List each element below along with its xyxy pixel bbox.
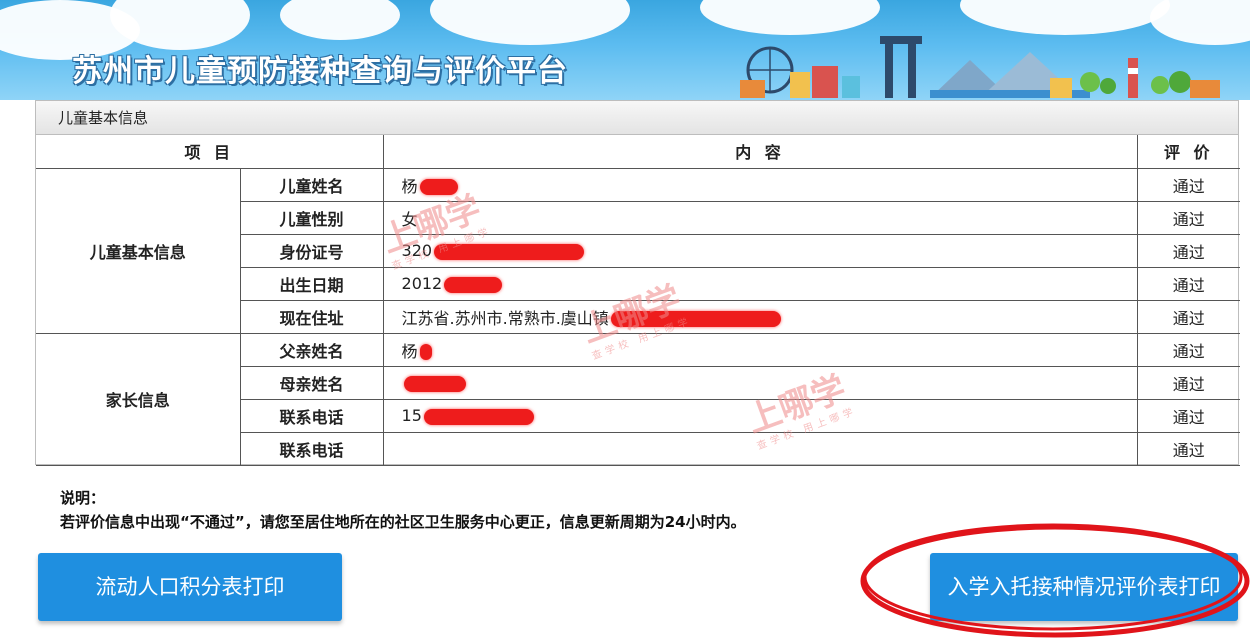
evaluation-result: 通过 [1136, 332, 1241, 367]
field-label: 儿童姓名 [239, 167, 384, 202]
table-header-row: 项 目 内 容 评 价 [36, 135, 1241, 169]
note-title: 说明： [60, 489, 106, 507]
field-label: 父亲姓名 [239, 332, 384, 367]
field-value: 15 [382, 398, 1138, 433]
evaluation-result: 通过 [1136, 431, 1241, 466]
field-value-text: 江苏省.苏州市.常熟市.虞山镇 [401, 308, 609, 328]
field-value [382, 431, 1138, 466]
note-section: 说明： 若评价信息中出现“不通过”，请您至居住地所在的社区卫生服务中心更正，信息… [60, 486, 746, 534]
field-label: 现在住址 [240, 299, 384, 334]
field-label: 母亲姓名 [240, 365, 384, 400]
header-banner: 苏州市儿童预防接种查询与评价平台 [0, 0, 1250, 100]
field-value [382, 365, 1138, 400]
field-value: 2012 [382, 266, 1138, 301]
column-header-item: 项 目 [36, 135, 384, 169]
field-label: 身份证号 [240, 233, 384, 268]
child-info-table: 项 目 内 容 评 价 儿童基本信息 儿童姓名 杨 通过 儿童性别 女 通过 身… [36, 135, 1241, 466]
field-value: 女 [382, 200, 1138, 235]
panel-title: 儿童基本信息 [36, 101, 1238, 135]
table-row: 家长信息 父亲姓名 杨 通过 [36, 332, 1241, 466]
column-header-content: 内 容 [382, 135, 1138, 169]
evaluation-result: 通过 [1136, 365, 1241, 400]
evaluation-result: 通过 [1136, 167, 1241, 202]
field-value-text: 杨 [401, 176, 418, 196]
note-text: 若评价信息中出现“不通过”，请您至居住地所在的社区卫生服务中心更正，信息更新周期… [60, 513, 746, 531]
print-vaccination-evaluation-button[interactable]: 入学入托接种情况评价表打印 [930, 553, 1238, 621]
field-value-text: 15 [401, 406, 422, 425]
evaluation-result: 通过 [1136, 266, 1241, 301]
evaluation-result: 通过 [1136, 299, 1241, 334]
field-value: 杨 [382, 332, 1138, 367]
column-header-evaluation: 评 价 [1136, 135, 1241, 169]
city-skyline-illustration [740, 36, 1220, 98]
redaction-mark [434, 243, 585, 260]
field-value: 江苏省.苏州市.常熟市.虞山镇 [382, 299, 1138, 334]
field-label: 联系电话 [240, 431, 384, 466]
redaction-mark [610, 311, 781, 327]
page-title: 苏州市儿童预防接种查询与评价平台 [72, 54, 568, 89]
redaction-mark [419, 179, 458, 195]
field-value: 320 [382, 233, 1138, 268]
field-value-text: 2012 [401, 274, 443, 293]
evaluation-result: 通过 [1136, 233, 1241, 268]
field-value: 杨 [382, 167, 1138, 202]
redaction-mark [403, 375, 466, 392]
group-label-parent-info: 家长信息 [36, 332, 241, 466]
field-value-text: 杨 [401, 341, 418, 361]
evaluation-result: 通过 [1136, 398, 1241, 433]
redaction-mark [419, 344, 432, 360]
field-label: 儿童性别 [240, 200, 384, 235]
evaluation-result: 通过 [1136, 200, 1241, 235]
field-value-text: 320 [401, 241, 433, 260]
redaction-mark [423, 408, 534, 425]
print-points-form-button[interactable]: 流动人口积分表打印 [38, 553, 342, 621]
redaction-mark [444, 276, 503, 293]
field-label: 联系电话 [240, 398, 384, 433]
field-label: 出生日期 [240, 266, 384, 301]
table-row: 儿童基本信息 儿童姓名 杨 通过 [36, 167, 1241, 334]
group-label-child-info: 儿童基本信息 [36, 167, 241, 334]
child-info-panel: 儿童基本信息 项 目 内 容 评 价 儿童基本信息 儿童姓名 杨 通过 儿童性别… [35, 100, 1241, 466]
